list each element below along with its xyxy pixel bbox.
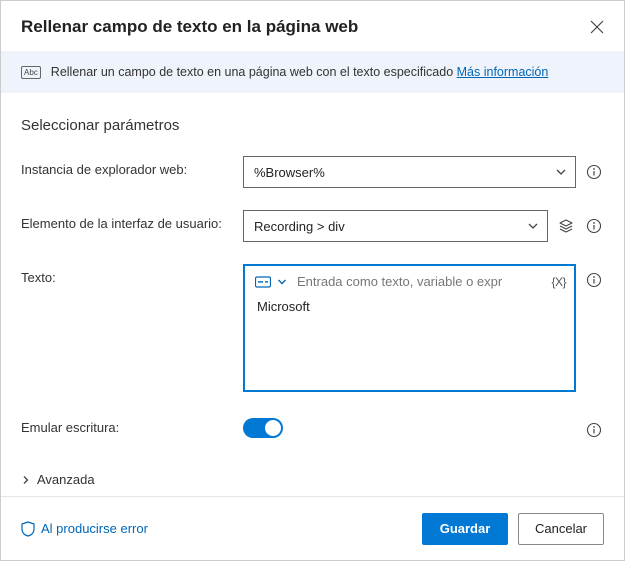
text-input-value[interactable]: Microsoft bbox=[245, 297, 574, 316]
info-icon[interactable] bbox=[584, 216, 604, 236]
info-icon[interactable] bbox=[584, 162, 604, 182]
advanced-expander[interactable]: Avanzada bbox=[21, 472, 95, 487]
row-text: Texto: Entrada como texto, variable o ex… bbox=[21, 264, 604, 392]
text-input-placeholder: Entrada como texto, variable o expr bbox=[297, 274, 502, 289]
save-button[interactable]: Guardar bbox=[422, 513, 508, 545]
on-error-label: Al producirse error bbox=[41, 521, 148, 536]
chevron-right-icon bbox=[21, 475, 31, 485]
row-emulate-typing: Emular escritura: bbox=[21, 414, 604, 440]
advanced-label: Avanzada bbox=[37, 472, 95, 487]
emulate-label: Emular escritura: bbox=[21, 414, 231, 435]
info-bar: Abc Rellenar un campo de texto en una pá… bbox=[1, 51, 624, 93]
row-browser: Instancia de explorador web: %Browser% bbox=[21, 156, 604, 188]
section-title: Seleccionar parámetros bbox=[21, 117, 604, 134]
text-input-box[interactable]: Entrada como texto, variable o expr {X} … bbox=[243, 264, 576, 392]
browser-select[interactable]: %Browser% bbox=[243, 156, 576, 188]
info-text: Rellenar un campo de texto en una página… bbox=[51, 65, 549, 79]
on-error-button[interactable]: Al producirse error bbox=[21, 521, 148, 537]
toggle-knob bbox=[265, 420, 281, 436]
ui-element-select[interactable]: Recording > div bbox=[243, 210, 548, 242]
close-icon[interactable] bbox=[590, 20, 604, 34]
chevron-down-icon bbox=[277, 277, 287, 287]
layers-icon[interactable] bbox=[556, 216, 576, 236]
dialog-title: Rellenar campo de texto en la página web bbox=[21, 17, 358, 37]
dialog-footer: Al producirse error Guardar Cancelar bbox=[1, 496, 624, 560]
input-mode-button[interactable] bbox=[255, 276, 287, 288]
action-dialog: Rellenar campo de texto en la página web… bbox=[0, 0, 625, 561]
shield-icon bbox=[21, 521, 35, 537]
dialog-body: Seleccionar parámetros Instancia de expl… bbox=[1, 93, 624, 496]
browser-select-value: %Browser% bbox=[254, 165, 325, 180]
browser-label: Instancia de explorador web: bbox=[21, 156, 231, 177]
ui-element-select-value: Recording > div bbox=[254, 219, 345, 234]
chevron-down-icon bbox=[555, 166, 567, 178]
emulate-toggle[interactable] bbox=[243, 418, 283, 438]
row-ui-element: Elemento de la interfaz de usuario: Reco… bbox=[21, 210, 604, 242]
cancel-button[interactable]: Cancelar bbox=[518, 513, 604, 545]
more-info-link[interactable]: Más información bbox=[457, 65, 549, 79]
text-input-header: Entrada como texto, variable o expr {X} bbox=[245, 266, 574, 297]
ui-element-label: Elemento de la interfaz de usuario: bbox=[21, 210, 231, 231]
dialog-header: Rellenar campo de texto en la página web bbox=[1, 1, 624, 51]
text-label: Texto: bbox=[21, 264, 231, 285]
info-icon[interactable] bbox=[584, 420, 604, 440]
text-field-icon: Abc bbox=[21, 66, 41, 79]
variable-picker-button[interactable]: {X} bbox=[551, 275, 566, 289]
text-mode-icon bbox=[255, 276, 271, 288]
info-icon[interactable] bbox=[584, 270, 604, 290]
chevron-down-icon bbox=[527, 220, 539, 232]
